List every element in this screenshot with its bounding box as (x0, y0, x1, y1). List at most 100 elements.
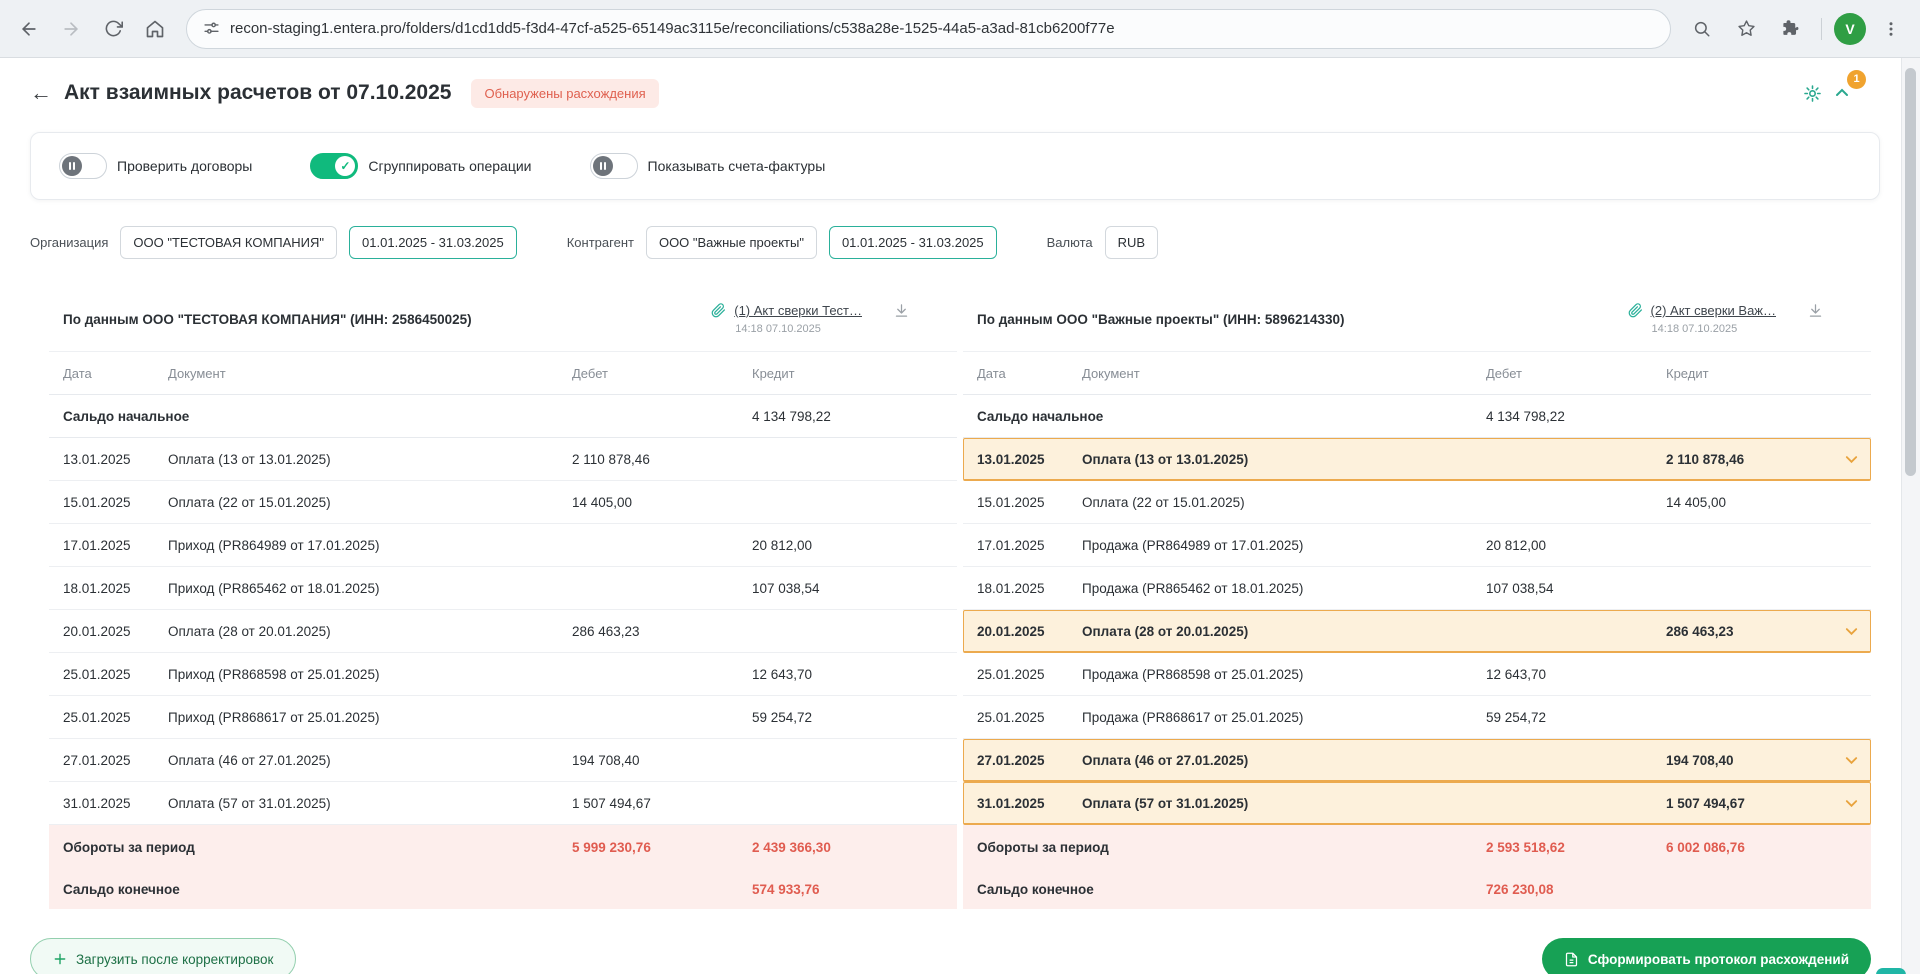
right-table-panel: По данным ООО "Важные проекты" (ИНН: 589… (963, 287, 1871, 909)
row-document: Оплата (28 от 20.01.2025) (168, 623, 331, 639)
row-date: 31.01.2025 (63, 795, 131, 811)
table-row-discrepancy[interactable]: 13.01.2025 Оплата (13 от 13.01.2025) 2 110… (963, 438, 1871, 481)
row-date: 17.01.2025 (63, 537, 131, 553)
attachment-link[interactable]: (1) Акт сверки Тест… (734, 303, 862, 318)
col-date: Дата (977, 365, 1006, 381)
gear-icon[interactable] (1803, 84, 1822, 103)
organization-chip[interactable]: ООО "ТЕСТОВАЯ КОМПАНИЯ" (120, 226, 338, 259)
toggle-label: Сгруппировать операции (368, 158, 532, 174)
attachment-link[interactable]: (2) Акт сверки Важ… (1651, 303, 1776, 318)
toggle-show-invoices[interactable]: Показывать счета-фактуры (589, 153, 825, 179)
row-document: Оплата (57 от 31.01.2025) (168, 795, 331, 811)
row-date: 15.01.2025 (977, 494, 1045, 510)
table-row: 17.01.2025 Приход (PR864989 от 17.01.2025… (49, 524, 957, 567)
organization-period-chip[interactable]: 01.01.2025 - 31.03.2025 (349, 226, 517, 259)
row-date: 25.01.2025 (977, 709, 1045, 725)
counterparty-period-chip[interactable]: 01.01.2025 - 31.03.2025 (828, 226, 997, 259)
download-icon[interactable] (894, 303, 909, 318)
turnover-row: Обороты за период 2 593 518,62 6 002 086… (963, 825, 1871, 869)
col-credit: Кредит (752, 365, 795, 381)
row-debit: 14 405,00 (572, 494, 633, 510)
home-icon[interactable] (136, 10, 174, 48)
attachment-block: (1) Акт сверки Тест… 14:18 07.10.2025 (711, 303, 909, 335)
row-document: Оплата (57 от 31.01.2025) (1082, 795, 1249, 811)
currency-chip[interactable]: RUB (1104, 226, 1159, 259)
table-row-discrepancy[interactable]: 27.01.2025 Оплата (46 от 27.01.2025) 194 7… (963, 739, 1871, 782)
chevron-down-icon[interactable] (1844, 796, 1859, 811)
row-date: 25.01.2025 (63, 666, 131, 682)
row-credit: 2 110 878,46 (1666, 451, 1745, 467)
row-document: Приход (PR868598 от 25.01.2025) (168, 666, 380, 682)
attachment-timestamp: 14:18 07.10.2025 (1651, 323, 1738, 335)
row-label: Обороты за период (63, 839, 195, 855)
row-debit: 20 812,00 (1486, 537, 1547, 553)
table-row: 13.01.2025 Оплата (13 от 13.01.2025) 2 110… (49, 438, 957, 481)
switch-knob[interactable] (62, 156, 82, 176)
site-settings-icon[interactable] (203, 20, 220, 37)
notification-badge[interactable]: 1 (1847, 69, 1866, 89)
row-debit: 59 254,72 (1486, 709, 1547, 725)
col-document: Документ (1082, 365, 1140, 381)
table-row-discrepancy[interactable]: 31.01.2025 Оплата (57 от 31.01.2025) 1 507… (963, 782, 1871, 825)
rows-container: 13.01.2025 Оплата (13 от 13.01.2025) 2 110… (49, 438, 957, 825)
closing-balance-row: Сальдо конечное 574 933,76 (49, 869, 957, 909)
row-date: 20.01.2025 (977, 623, 1045, 639)
chevron-down-icon[interactable] (1844, 624, 1859, 639)
back-arrow-icon[interactable]: ← (30, 82, 52, 104)
upload-after-corrections-button[interactable]: Загрузить после корректировок (30, 938, 297, 974)
switch-track[interactable] (59, 153, 107, 179)
table-row: 27.01.2025 Оплата (46 от 27.01.2025) 194 7… (49, 739, 957, 782)
row-document: Приход (PR868617 от 25.01.2025) (168, 709, 380, 725)
profile-avatar[interactable]: V (1834, 12, 1866, 45)
extensions-icon[interactable] (1771, 10, 1809, 48)
row-credit: 20 812,00 (752, 537, 813, 553)
toggle-label: Проверить договоры (117, 158, 253, 174)
page-scrollbar[interactable] (1901, 58, 1920, 974)
table-row-discrepancy[interactable]: 20.01.2025 Оплата (28 от 20.01.2025) 286 4… (963, 610, 1871, 653)
row-debit: 2 593 518,62 (1486, 839, 1565, 855)
chevron-down-icon[interactable] (1844, 753, 1859, 768)
table-row: 31.01.2025 Оплата (57 от 31.01.2025) 1 507… (49, 782, 957, 825)
reconciliation-page: ← Акт взаимных расчетов от 07.10.2025 Об… (0, 69, 1920, 974)
counterparty-chip[interactable]: ООО "Важные проекты" (645, 226, 817, 259)
back-icon[interactable] (10, 10, 48, 48)
bookmark-star-icon[interactable] (1727, 10, 1765, 48)
zoom-icon[interactable] (1683, 10, 1721, 48)
reconciliation-tables: По данным ООО "ТЕСТОВАЯ КОМПАНИЯ" (ИНН: … (49, 287, 1871, 909)
row-date: 27.01.2025 (63, 752, 131, 768)
row-label: Сальдо начальное (977, 408, 1104, 424)
collapse-chevron-icon[interactable] (1834, 85, 1850, 101)
closing-balance-row: Сальдо конечное 726 230,08 (963, 869, 1871, 909)
create-discrepancy-protocol-button[interactable]: Сформировать протокол расхождений (1541, 938, 1871, 974)
browser-toolbar: recon-staging1.entera.pro/folders/d1cd1d… (0, 0, 1920, 58)
switch-knob[interactable] (335, 156, 356, 176)
menu-kebab-icon[interactable] (1872, 10, 1910, 48)
row-document: Оплата (46 от 27.01.2025) (1082, 752, 1249, 768)
download-icon[interactable] (1808, 303, 1823, 318)
chat-widget[interactable] (1876, 968, 1906, 974)
switch-track[interactable] (310, 153, 359, 179)
row-date: 13.01.2025 (977, 451, 1045, 467)
row-debit: 194 708,40 (572, 752, 640, 768)
row-credit: 14 405,00 (1666, 494, 1727, 510)
table-row: 15.01.2025 Оплата (22 от 15.01.2025) 14 40… (963, 481, 1871, 524)
toggle-group-operations[interactable]: Сгруппировать операции (310, 153, 532, 179)
chevron-down-icon[interactable] (1844, 452, 1859, 467)
table-row: 25.01.2025 Продажа (PR868598 от 25.01.202… (963, 653, 1871, 696)
forward-icon[interactable] (52, 10, 90, 48)
row-credit: 194 708,40 (1666, 752, 1734, 768)
row-label: Сальдо конечное (63, 881, 180, 897)
row-debit: 107 038,54 (1486, 580, 1554, 596)
panel-title: По данным ООО "Важные проекты" (ИНН: 589… (977, 311, 1345, 327)
reload-icon[interactable] (94, 10, 132, 48)
switch-track[interactable] (589, 153, 638, 179)
table-row: 18.01.2025 Продажа (PR865462 от 18.01.202… (963, 567, 1871, 610)
scrollbar-thumb[interactable] (1905, 68, 1916, 476)
discrepancies-badge: Обнаружены расхождения (471, 78, 659, 108)
switch-knob[interactable] (592, 156, 613, 176)
rows-container: 13.01.2025 Оплата (13 от 13.01.2025) 2 110… (963, 438, 1871, 825)
address-bar[interactable]: recon-staging1.entera.pro/folders/d1cd1d… (186, 8, 1671, 49)
row-credit: 2 439 366,30 (752, 839, 831, 855)
toggle-check-contracts[interactable]: Проверить договоры (59, 153, 252, 179)
row-credit: 6 002 086,76 (1666, 839, 1745, 855)
